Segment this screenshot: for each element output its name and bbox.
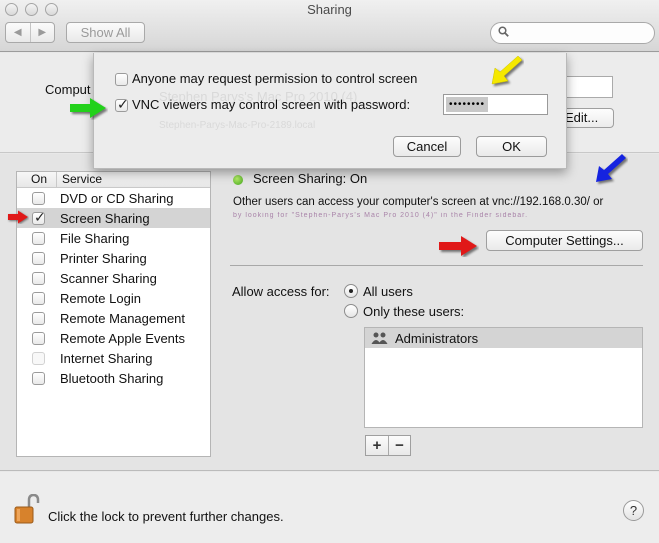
status-text: Screen Sharing: On	[253, 171, 368, 186]
computer-settings-button[interactable]: Computer Settings...	[486, 230, 643, 251]
service-checkbox[interactable]: ✓	[32, 208, 46, 225]
radio-all-users[interactable]	[344, 284, 358, 298]
edit-button[interactable]: Edit...	[560, 108, 614, 128]
service-name: Printer Sharing	[60, 250, 147, 266]
red-annotation-arrow-icon	[439, 236, 477, 256]
service-row[interactable]: Internet Sharing	[17, 348, 210, 368]
nav-segment: ◀ ▶	[5, 22, 55, 43]
password-value: ••••••••	[446, 97, 489, 112]
service-checkbox	[32, 351, 45, 365]
main-panel: On Service DVD or CD Sharing ✓ Screen Shar…	[0, 154, 659, 471]
status-indicator-icon	[233, 175, 243, 185]
service-list: On Service DVD or CD Sharing ✓ Screen Shar…	[16, 171, 211, 457]
service-row[interactable]: ✓ Screen Sharing	[17, 208, 210, 228]
blue-annotation-arrow-icon	[596, 154, 626, 182]
radio-selected-dot	[349, 289, 353, 293]
lock-open-icon[interactable]	[14, 494, 40, 524]
service-list-header: On Service	[17, 172, 210, 188]
divider	[230, 265, 643, 266]
back-arrow-icon: ◀	[13, 27, 22, 38]
add-user-button[interactable]: +	[366, 436, 388, 455]
radio-only-these-users-label[interactable]: Only these users:	[363, 304, 464, 319]
service-name: Remote Management	[60, 310, 186, 326]
remove-user-button[interactable]: −	[388, 436, 410, 455]
show-all-button[interactable]: Show All	[66, 22, 145, 43]
computer-name-field[interactable]	[560, 76, 613, 98]
search-field[interactable]	[490, 22, 655, 44]
vnc-password-checkbox[interactable]: ✓	[115, 96, 129, 112]
service-row[interactable]: Remote Apple Events	[17, 328, 210, 348]
help-button[interactable]: ?	[623, 500, 644, 521]
service-name: Screen Sharing	[60, 210, 150, 226]
ghost-local-hostname: Stephen-Parys-Mac-Pro-2189.local	[159, 120, 316, 131]
allow-access-label: Allow access for:	[232, 284, 330, 299]
footer: Click the lock to prevent further change…	[0, 472, 659, 543]
service-row[interactable]: Printer Sharing	[17, 248, 210, 268]
red-small-annotation-arrow-icon	[8, 210, 28, 224]
yellow-annotation-arrow-icon	[491, 55, 523, 85]
service-checkbox[interactable]	[32, 191, 45, 205]
service-checkbox[interactable]	[32, 311, 45, 325]
lock-message: Click the lock to prevent further change…	[48, 509, 284, 524]
service-checkbox[interactable]	[32, 251, 45, 265]
service-row[interactable]: Remote Login	[17, 288, 210, 308]
service-checkbox[interactable]	[32, 291, 45, 305]
window-toolbar: Sharing ◀ ▶ Show All	[0, 0, 659, 52]
computer-name-label: Comput	[45, 82, 91, 97]
service-name: Remote Login	[60, 290, 141, 306]
green-annotation-arrow-icon	[70, 98, 106, 118]
column-on[interactable]: On	[17, 172, 57, 187]
service-row[interactable]: Bluetooth Sharing	[17, 368, 210, 388]
search-icon	[498, 26, 509, 37]
service-name: File Sharing	[60, 230, 130, 246]
request-permission-label[interactable]: Anyone may request permission to control…	[132, 71, 417, 86]
vnc-password-label[interactable]: VNC viewers may control screen with pass…	[132, 97, 410, 112]
service-checkbox[interactable]	[32, 331, 45, 345]
group-icon	[371, 332, 388, 344]
column-service[interactable]: Service	[57, 172, 102, 187]
service-name: Internet Sharing	[60, 350, 153, 366]
service-name: DVD or CD Sharing	[60, 190, 174, 206]
service-row[interactable]: File Sharing	[17, 228, 210, 248]
checkmark-icon: ✓	[117, 96, 129, 112]
access-description-obscured: by looking for "Stephen-Parys's Mac Pro …	[233, 212, 529, 219]
users-list: Administrators	[364, 327, 643, 428]
service-name: Remote Apple Events	[60, 330, 186, 346]
service-row[interactable]: Remote Management	[17, 308, 210, 328]
user-name: Administrators	[395, 330, 479, 346]
ok-button[interactable]: OK	[476, 136, 547, 157]
service-row[interactable]: Scanner Sharing	[17, 268, 210, 288]
service-row[interactable]: DVD or CD Sharing	[17, 188, 210, 208]
window-title: Sharing	[307, 2, 352, 17]
request-permission-checkbox[interactable]	[115, 73, 128, 86]
service-checkbox[interactable]	[32, 271, 45, 285]
service-checkbox[interactable]	[32, 231, 45, 245]
radio-only-these-users[interactable]	[344, 304, 358, 318]
radio-all-users-label[interactable]: All users	[363, 284, 413, 299]
service-checkbox[interactable]	[32, 371, 45, 385]
access-description: Other users can access your computer's s…	[233, 196, 604, 208]
forward-button[interactable]: ▶	[29, 23, 55, 42]
user-row[interactable]: Administrators	[365, 328, 642, 348]
back-button[interactable]: ◀	[6, 23, 30, 42]
vnc-password-field[interactable]: ••••••••	[443, 94, 548, 115]
cancel-button[interactable]: Cancel	[393, 136, 461, 157]
forward-arrow-icon: ▶	[38, 27, 47, 38]
service-name: Bluetooth Sharing	[60, 370, 164, 386]
checkmark-icon: ✓	[34, 208, 46, 225]
service-name: Scanner Sharing	[60, 270, 157, 286]
add-remove-controls: + −	[365, 435, 411, 456]
